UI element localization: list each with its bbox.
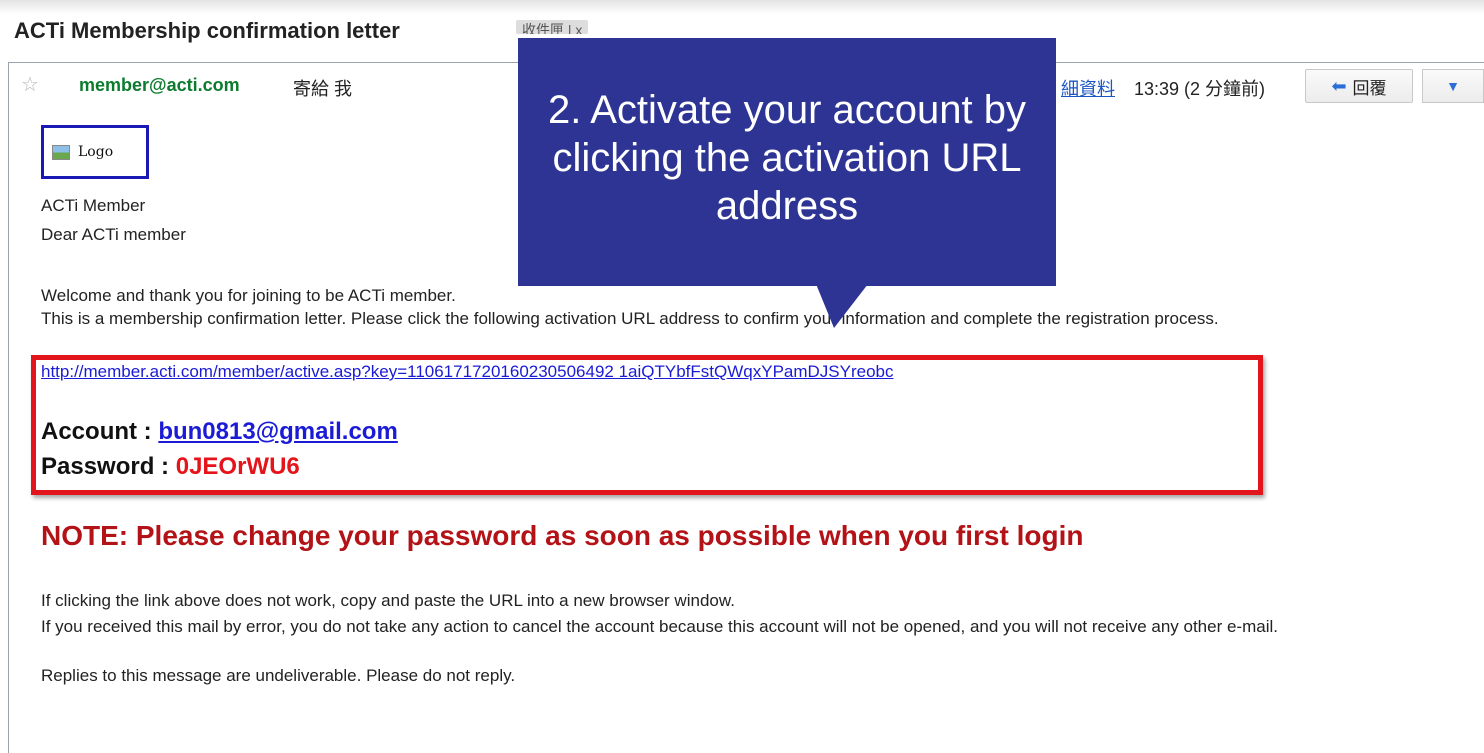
account-label: Account : [41, 418, 159, 445]
sender-address[interactable]: member@acti.com [79, 75, 240, 96]
greeting-line: Dear ACTi member [41, 225, 186, 244]
broken-image-icon [52, 144, 70, 160]
account-email-link[interactable]: bun0813@gmail.com [158, 418, 397, 445]
confirmation-paragraph: This is a membership confirmation letter… [41, 309, 1219, 328]
activation-link[interactable]: http://member.acti.com/member/active.asp… [41, 362, 894, 382]
email-subject: ACTi Membership confirmation letter [14, 18, 400, 43]
footer-line-3: Replies to this message are undeliverabl… [41, 666, 516, 685]
password-value: 0JEOrWU6 [175, 453, 300, 480]
password-line: Password : 0JEOrWU6 [41, 453, 300, 481]
star-icon[interactable]: ☆ [21, 72, 39, 97]
welcome-line: Welcome and thank you for joining to be … [41, 286, 456, 305]
callout-pointer [816, 284, 868, 328]
footer-line-2: If you received this mail by error, you … [41, 617, 1278, 636]
password-label: Password : [41, 453, 176, 480]
logo-alt-text: Logo [78, 144, 114, 160]
reply-label: 回覆 [1352, 78, 1387, 98]
org-line: ACTi Member [41, 196, 146, 215]
recipient-label: 寄給 我 [293, 79, 353, 99]
reply-button[interactable]: ⬅ 回覆 [1305, 69, 1413, 103]
details-link[interactable]: 細資料 [1061, 75, 1115, 101]
reply-arrow-icon: ⬅ [1331, 75, 1347, 96]
chevron-down-icon: ▼ [1446, 78, 1460, 94]
callout-text: 2. Activate your account by clicking the… [547, 88, 1027, 228]
message-timestamp: 13:39 (2 分鐘前) [1134, 79, 1266, 99]
logo-image: Logo [41, 125, 149, 179]
inbox-label-chip[interactable]: 收件匣 | x [516, 20, 589, 34]
account-line: Account : bun0813@gmail.com [41, 418, 398, 446]
more-actions-button[interactable]: ▼ [1422, 69, 1484, 103]
instruction-callout: 2. Activate your account by clicking the… [518, 38, 1056, 286]
password-change-note: NOTE: Please change your password as soo… [41, 520, 1084, 551]
footer-line-1: If clicking the link above does not work… [41, 591, 735, 610]
top-shade [0, 0, 1484, 14]
